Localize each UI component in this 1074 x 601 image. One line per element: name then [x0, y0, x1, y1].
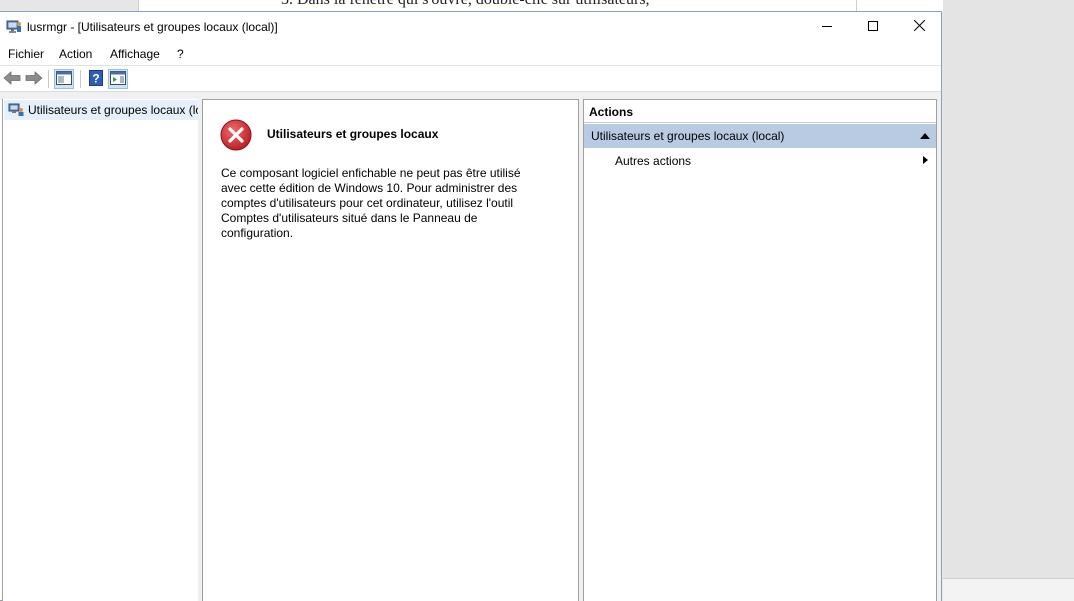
- forward-button[interactable]: [24, 69, 44, 89]
- actions-pane: Actions Utilisateurs et groupes locaux (…: [583, 99, 937, 601]
- svg-text:?: ?: [92, 71, 99, 85]
- error-message-line: Ce composant logiciel enfichable ne peut…: [221, 166, 521, 180]
- collapse-up-icon[interactable]: [920, 133, 930, 139]
- action-item-autres-actions[interactable]: Autres actions: [584, 150, 936, 170]
- close-icon: [913, 19, 925, 34]
- minimize-icon: [822, 20, 832, 34]
- background-document-text: 3. Dans la fenêtre qui s'ouvre, double-c…: [281, 0, 650, 9]
- maximize-icon: [868, 20, 878, 34]
- maximize-button[interactable]: [850, 12, 896, 42]
- close-button[interactable]: [896, 12, 942, 42]
- title-bar[interactable]: lusrmgr - [Utilisateurs et groupes locau…: [0, 12, 941, 42]
- menu-affichage[interactable]: Affichage: [110, 47, 160, 61]
- toolbar-separator: [48, 70, 49, 88]
- window-edge: [937, 99, 941, 601]
- computer-management-icon[interactable]: [6, 20, 22, 34]
- action-item-label: Autres actions: [615, 154, 692, 168]
- error-icon: [220, 119, 252, 151]
- submenu-arrow-icon: [923, 156, 928, 164]
- show-hide-console-tree-icon: [56, 70, 72, 88]
- desktop: 3. Dans la fenêtre qui s'ouvre, double-c…: [0, 0, 1074, 601]
- menu-bar: Fichier Action Affichage ?: [0, 42, 941, 64]
- menu-action[interactable]: Action: [59, 47, 92, 61]
- help-button[interactable]: ?: [86, 69, 106, 89]
- error-message: Ce composant logiciel enfichable ne peut…: [221, 166, 541, 241]
- background-panel-right: [943, 0, 1074, 601]
- back-arrow-icon: [3, 70, 21, 88]
- menu-fichier[interactable]: Fichier: [8, 47, 44, 61]
- console-tree-pane: Utilisateurs et groupes locaux (local): [2, 99, 200, 601]
- menu-help[interactable]: ?: [177, 47, 184, 61]
- error-title: Utilisateurs et groupes locaux: [267, 127, 439, 141]
- show-hide-console-tree-button[interactable]: [54, 69, 74, 89]
- local-users-groups-icon: [8, 103, 24, 117]
- minimize-button[interactable]: [804, 12, 850, 42]
- error-message-line: Comptes d'utilisateurs situé dans le Pan…: [221, 211, 478, 225]
- actions-header: Actions: [584, 100, 936, 123]
- toolbar-separator: [80, 70, 81, 88]
- help-icon: ?: [89, 69, 103, 89]
- window-title: lusrmgr - [Utilisateurs et groupes locau…: [27, 20, 278, 34]
- tree-item-label: Utilisateurs et groupes locaux (local): [28, 103, 199, 117]
- back-button[interactable]: [2, 69, 22, 89]
- show-hide-action-pane-button[interactable]: [108, 69, 128, 89]
- background-panel-bottom: [943, 578, 1074, 601]
- toolbar: ?: [0, 65, 941, 92]
- error-message-line: avec cette édition de Windows 10. Pour a…: [221, 181, 518, 195]
- forward-arrow-icon: [25, 70, 43, 88]
- error-message-line: configuration.: [221, 226, 294, 240]
- lusrmgr-window: lusrmgr - [Utilisateurs et groupes locau…: [0, 11, 942, 601]
- actions-section-header[interactable]: Utilisateurs et groupes locaux (local): [584, 124, 936, 148]
- tree-item-root[interactable]: Utilisateurs et groupes locaux (local): [4, 100, 199, 120]
- show-hide-action-pane-icon: [110, 70, 126, 88]
- actions-header-label: Actions: [589, 105, 634, 119]
- actions-section-label: Utilisateurs et groupes locaux (local): [591, 129, 785, 143]
- result-pane: Utilisateurs et groupes locaux Ce compos…: [202, 99, 579, 601]
- error-message-line: comptes d'utilisateurs pour cet ordinate…: [221, 196, 514, 210]
